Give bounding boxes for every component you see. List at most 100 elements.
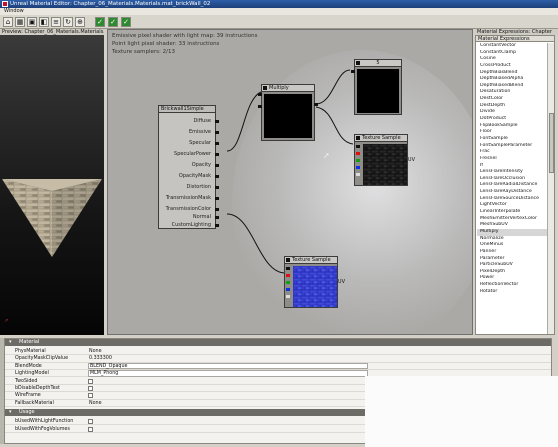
- expression-item[interactable]: LensFlareIntensity: [477, 169, 547, 176]
- expression-item[interactable]: Cosine: [477, 56, 547, 63]
- pin-diffuse[interactable]: [215, 120, 219, 123]
- pin-opacity[interactable]: [215, 164, 219, 167]
- property-value[interactable]: None: [88, 400, 102, 407]
- tex2-b-pin[interactable]: [286, 288, 290, 291]
- tex2-r-pin[interactable]: [286, 274, 290, 277]
- tex1-b-pin[interactable]: [356, 166, 360, 169]
- expression-item[interactable]: MeshEmitterVertexColor: [477, 216, 547, 223]
- grid-icon[interactable]: ▦: [15, 17, 25, 27]
- tex2-rgb-pin[interactable]: [286, 267, 290, 270]
- property-checkbox[interactable]: [88, 426, 93, 432]
- expression-item[interactable]: LensFlareRayDistance: [477, 189, 547, 196]
- material-preview-viewport[interactable]: ↗: [0, 35, 104, 335]
- expression-item[interactable]: ParticleSubUV: [477, 262, 547, 269]
- property-dropdown[interactable]: BLEND_Opaque: [88, 362, 368, 370]
- pin-specular-power[interactable]: [215, 153, 219, 156]
- expression-item[interactable]: Parameter: [477, 256, 547, 263]
- home-icon[interactable]: ⌂: [3, 17, 13, 27]
- expression-item[interactable]: FlipBookSample: [477, 123, 547, 130]
- expression-item[interactable]: Desaturation: [477, 89, 547, 96]
- pin-emissive[interactable]: [215, 131, 219, 134]
- tex2-a-pin[interactable]: [286, 295, 290, 298]
- expression-item[interactable]: Normalize: [477, 236, 547, 243]
- expression-item[interactable]: MeshSubUV: [477, 222, 547, 229]
- expression-item[interactable]: LinearInterpolate: [477, 209, 547, 216]
- pin-opacity-mask[interactable]: [215, 175, 219, 178]
- expression-item[interactable]: DepthBiasBlend: [477, 70, 547, 77]
- check-icon[interactable]: ✓: [108, 17, 118, 27]
- expression-item[interactable]: DepthBiasedAlpha: [477, 76, 547, 83]
- tex1-g-pin[interactable]: [356, 159, 360, 162]
- expression-item[interactable]: OneMinus: [477, 242, 547, 249]
- expressions-scrollbar[interactable]: [547, 43, 554, 334]
- apply-check-icon[interactable]: ✓: [95, 17, 105, 27]
- multiply-input-b-pin[interactable]: [258, 105, 262, 108]
- property-checkbox[interactable]: [88, 393, 93, 399]
- pin-transmission-color[interactable]: [215, 208, 219, 211]
- expression-item[interactable]: Divide: [477, 109, 547, 116]
- multiply-output-pin[interactable]: [314, 103, 318, 106]
- expression-item[interactable]: LensFlareOcclusion: [477, 176, 547, 183]
- tex2-g-pin[interactable]: [286, 281, 290, 284]
- expression-item[interactable]: FontSampleParameter: [477, 143, 547, 150]
- expression-item[interactable]: LensFlareRadialDistance: [477, 182, 547, 189]
- property-checkbox[interactable]: [88, 386, 93, 391]
- window-title-bar: Unreal Material Editor: Chapter_06_Mater…: [0, 0, 558, 8]
- pin-custom-lighting[interactable]: [215, 224, 219, 227]
- expression-item[interactable]: PixelDepth: [477, 269, 547, 276]
- expression-item[interactable]: DestDepth: [477, 103, 547, 110]
- material-graph-canvas[interactable]: Emissive pixel shader with light map: 39…: [107, 29, 473, 335]
- texture-sample-node-2[interactable]: Texture Sample UV: [284, 256, 345, 308]
- expression-item[interactable]: Frac: [477, 149, 547, 156]
- input-opacity-mask: OpacityMask: [178, 173, 211, 179]
- expression-item[interactable]: Multiply: [477, 228, 547, 236]
- multiply-node[interactable]: Multiply: [258, 84, 318, 141]
- section-material[interactable]: Material: [5, 339, 551, 346]
- expression-item[interactable]: ConstantClamp: [477, 50, 547, 57]
- constant-node[interactable]: 5: [351, 59, 402, 115]
- tex1-a-pin[interactable]: [356, 173, 360, 176]
- property-row: BlendMode BLEND_Opaque: [5, 362, 551, 370]
- preview-icon[interactable]: ◧: [39, 17, 49, 27]
- expression-item[interactable]: DestColor: [477, 96, 547, 103]
- preview-mesh: [2, 179, 102, 257]
- constant-output-pin[interactable]: [351, 70, 355, 73]
- property-value[interactable]: 0.333300: [88, 355, 112, 362]
- expression-item[interactable]: ConstantVector: [477, 43, 547, 50]
- expression-item[interactable]: Power: [477, 275, 547, 282]
- expression-item[interactable]: LensFlareSourceDistance: [477, 196, 547, 203]
- multiply-input-a-pin[interactable]: [258, 93, 262, 96]
- node-icon[interactable]: ▣: [27, 17, 37, 27]
- material-output-node[interactable]: Brickwall1Simple Diffuse Emissive Specul…: [158, 105, 219, 229]
- refresh-icon[interactable]: ↻: [63, 17, 73, 27]
- expression-item[interactable]: ReflectionVector: [477, 282, 547, 289]
- expression-item[interactable]: If: [477, 163, 547, 170]
- tex1-rgb-pin[interactable]: [356, 145, 360, 148]
- input-normal: Normal: [192, 214, 211, 220]
- menu-window[interactable]: Window: [4, 8, 24, 14]
- tex1-r-pin[interactable]: [356, 152, 360, 155]
- property-value[interactable]: None: [88, 348, 102, 355]
- expression-item[interactable]: Panner: [477, 249, 547, 256]
- pin-distortion[interactable]: [215, 186, 219, 189]
- expression-item[interactable]: Floor: [477, 129, 547, 136]
- pin-transmission-mask[interactable]: [215, 197, 219, 200]
- property-checkbox[interactable]: [88, 378, 93, 384]
- pin-normal[interactable]: [215, 216, 219, 219]
- check-icon-2[interactable]: ✓: [121, 17, 131, 27]
- expression-item[interactable]: Fresnel: [477, 156, 547, 163]
- expression-item[interactable]: FontSample: [477, 136, 547, 143]
- pin-specular[interactable]: [215, 142, 219, 145]
- expression-item[interactable]: DotProduct: [477, 116, 547, 123]
- property-checkbox[interactable]: [88, 419, 93, 425]
- expression-item[interactable]: LightVector: [477, 202, 547, 209]
- expression-item[interactable]: Rotator: [477, 289, 547, 296]
- lines-icon[interactable]: ≡: [51, 17, 61, 27]
- expression-item[interactable]: DepthBiasedBlend: [477, 83, 547, 90]
- property-dropdown[interactable]: MLM_Phong: [88, 370, 368, 377]
- texture-sample-node-1[interactable]: Texture Sample UV: [354, 134, 415, 186]
- expression-item[interactable]: CrossProduct: [477, 63, 547, 70]
- zoom-icon[interactable]: ⊕: [75, 17, 85, 27]
- property-name: LightingModel: [15, 371, 49, 377]
- expressions-list[interactable]: ConstantVector ConstantClamp Cosine CrossPr…: [477, 43, 547, 295]
